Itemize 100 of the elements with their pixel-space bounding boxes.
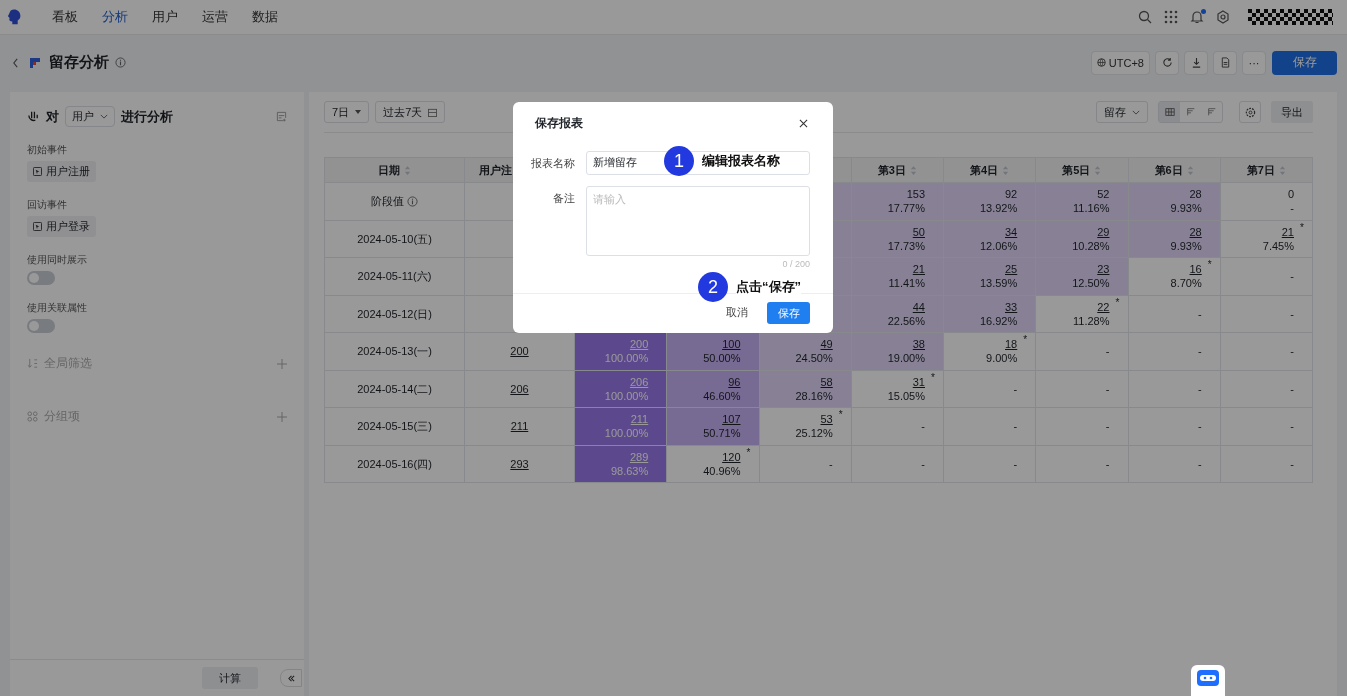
chevron-down-icon [1132,109,1140,115]
count-link[interactable]: 16 [1189,263,1202,276]
analysis-suffix: 进行分析 [121,107,173,126]
percent-text: 17.77% [887,201,925,216]
nav-tab[interactable]: 数据 [252,8,278,26]
nav-tab[interactable]: 分析 [102,8,128,26]
count-link[interactable]: 107 [722,413,741,426]
export-button[interactable]: 导出 [1271,101,1313,123]
analysis-icon [27,110,40,123]
count-link[interactable]: 18 [1005,338,1018,351]
date-text: 2024-05-14(二) [357,381,432,396]
assistant-button[interactable] [1191,665,1225,696]
column-header[interactable]: 第7日 [1220,158,1313,183]
confirm-save-button[interactable]: 保存 [767,302,810,324]
count-link[interactable]: 21 [1281,225,1294,238]
more-button[interactable]: ··· [1242,50,1266,75]
count-link[interactable]: 211 [510,420,529,433]
date-range-field[interactable]: 过去7天 [375,101,446,123]
percent-text: 11.16% [1073,201,1110,216]
event-chip[interactable]: 用户登录 [27,216,96,237]
count-link[interactable]: 22 [1097,300,1110,313]
event-icon [33,167,42,176]
column-header[interactable]: 第5日 [1036,158,1129,183]
header-text: 第3日 [877,162,906,178]
nav-tab[interactable]: 用户 [152,8,178,26]
column-header[interactable]: 第4日 [944,158,1037,183]
count-link[interactable]: 21 [912,263,925,276]
period-select[interactable]: 7日 [324,101,370,123]
save-button[interactable]: 保存 [1272,50,1337,75]
count-link[interactable]: 28 [1189,225,1202,238]
apps-grid-icon[interactable] [1164,10,1178,24]
percent-text: 9.93% [1170,238,1202,253]
percent-text: 13.92% [979,201,1018,216]
column-header[interactable]: 第6日 [1128,158,1221,183]
note-mark: * [931,370,935,385]
document-button[interactable] [1213,50,1237,75]
back-icon[interactable] [12,57,19,68]
settings-button[interactable] [1239,101,1261,123]
nav-tab[interactable]: 运营 [202,8,228,26]
count-link[interactable]: 33 [1005,300,1018,313]
count-link[interactable]: 38 [912,338,925,351]
page-title: 留存分析 [49,53,109,72]
download-button[interactable] [1184,50,1208,75]
percent-text: 16.92% [979,313,1018,328]
step-hint: 编辑报表名称 [702,152,780,170]
summary-label: 阶段值 [371,194,404,209]
subject-select[interactable]: 用户 [65,106,115,127]
count-link[interactable]: 206 [510,382,529,395]
calculate-button[interactable]: 计算 [202,667,258,689]
column-header[interactable]: 日期 [325,158,465,183]
field-label: 报表名称 [530,156,575,171]
redacted-avatar[interactable] [1248,9,1333,25]
view-toggle[interactable] [1159,102,1180,122]
timezone-button[interactable]: UTC+8 [1090,50,1150,75]
percent-text: 13.59% [979,276,1018,291]
step-hint: 点击“保存” [736,278,801,296]
percent-text: 25.12% [795,426,833,441]
count-link[interactable]: 120 [722,450,741,463]
count-link[interactable]: 50 [912,225,925,238]
bell-icon[interactable] [1190,10,1204,24]
count-link[interactable]: 200 [510,345,529,358]
robot-icon [1197,670,1219,686]
count-link[interactable]: 100 [722,338,741,351]
count-link[interactable]: 31 [912,375,925,388]
count-link[interactable]: 96 [728,375,741,388]
count-link[interactable]: 23 [1097,263,1110,276]
char-counter: 0 / 200 [782,259,810,269]
count-link[interactable]: 58 [820,375,833,388]
note-mark: * [1300,220,1304,235]
close-icon[interactable] [799,119,808,128]
toggle-label: 使用同时展示 [27,253,88,267]
header-text: 第7日 [1246,162,1275,178]
collapse-button[interactable] [280,669,302,687]
nav-tab[interactable]: 看板 [52,8,78,26]
search-icon[interactable] [1138,10,1152,24]
settings-icon[interactable] [1216,10,1230,24]
event-chip[interactable]: 用户注册 [27,161,96,182]
percent-text: 8.70% [1170,276,1202,291]
metric-select[interactable]: 留存 [1096,101,1148,123]
table-view-icon [1164,107,1175,117]
count-text: - [1105,345,1110,358]
toggle-switch[interactable] [27,271,55,285]
percent-text: 9.00% [986,351,1018,366]
analysis-prefix: 对 [46,107,59,126]
chevron-down-icon [100,114,108,119]
column-header[interactable]: 第3日 [851,158,944,183]
count-link[interactable]: 53 [820,413,833,426]
toggle-switch[interactable] [27,319,55,333]
count-link[interactable]: 25 [1005,263,1018,276]
percent-text: 28.16% [795,388,833,403]
count-link[interactable]: 49 [820,338,833,351]
cancel-button[interactable]: 取消 [726,306,748,320]
count-text: - [1290,270,1294,283]
refresh-button[interactable] [1155,50,1179,75]
count-link[interactable]: 44 [912,300,925,313]
count-link[interactable]: 29 [1097,225,1110,238]
chart-save-icon[interactable] [276,111,287,122]
count-link[interactable]: 34 [1005,225,1018,238]
count-text: - [1290,382,1294,395]
count-link[interactable]: 293 [510,457,529,470]
